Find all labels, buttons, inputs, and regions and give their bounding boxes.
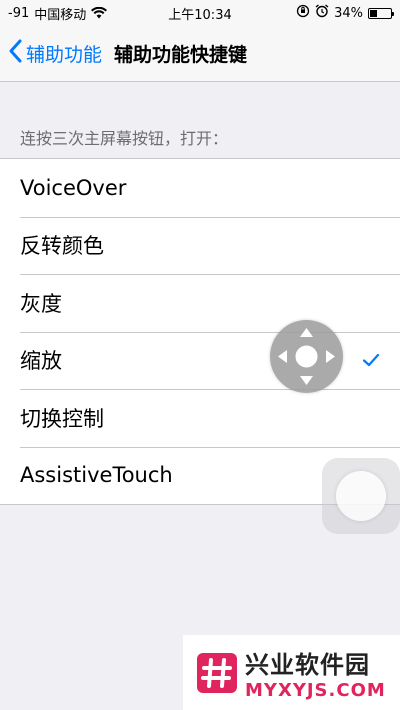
status-left: -91 中国移动 — [8, 4, 108, 23]
chevron-left-icon — [8, 39, 22, 68]
section-header: 连按三次主屏幕按钮，打开： — [20, 129, 229, 148]
status-bar: -91 中国移动 上午10:34 34% — [0, 0, 400, 26]
wifi-icon — [91, 7, 108, 19]
page-title: 辅助功能快捷键 — [114, 44, 248, 66]
navigation-bar: 辅助功能 辅助功能快捷键 — [0, 26, 400, 82]
zoom-joystick-control[interactable] — [270, 320, 343, 393]
joystick-arrows-icon — [278, 328, 335, 385]
watermark-title: 兴业软件园 — [245, 650, 370, 679]
site-watermark: 兴业软件园 MYXYJS.COM — [183, 635, 400, 710]
checkmark-icon — [362, 348, 380, 372]
rotation-lock-icon — [296, 4, 310, 22]
assistivetouch-floating-button[interactable] — [322, 458, 400, 534]
option-label: 切换控制 — [20, 406, 104, 431]
watermark-url: MYXYJS.COM — [245, 679, 386, 701]
option-label: 缩放 — [20, 349, 62, 374]
alarm-icon — [315, 4, 329, 22]
battery-level-fill — [370, 9, 377, 17]
battery-icon — [368, 7, 394, 19]
option-label: VoiceOver — [20, 175, 127, 200]
option-voiceover[interactable]: VoiceOver — [0, 159, 400, 217]
hash-logo-icon — [197, 652, 237, 693]
status-right: 34% — [296, 4, 394, 22]
option-label: 反转颜色 — [20, 234, 104, 259]
back-button-label: 辅助功能 — [26, 44, 103, 66]
screen: -91 中国移动 上午10:34 34% 辅助功能 辅助功能快捷键 连按三次主屏… — [0, 0, 400, 710]
back-button[interactable]: 辅助功能 — [0, 39, 102, 68]
signal-strength: -91 — [8, 5, 30, 21]
assistivetouch-inner-circle — [336, 471, 386, 521]
battery-percent: 34% — [334, 5, 363, 21]
carrier-name: 中国移动 — [34, 7, 87, 23]
option-switch-control[interactable]: 切换控制 — [0, 389, 400, 447]
option-label: 灰度 — [20, 291, 62, 316]
watermark-text: 兴业软件园 MYXYJS.COM — [245, 645, 386, 701]
option-label: AssistiveTouch — [20, 463, 173, 488]
option-invert-colors[interactable]: 反转颜色 — [0, 216, 400, 275]
